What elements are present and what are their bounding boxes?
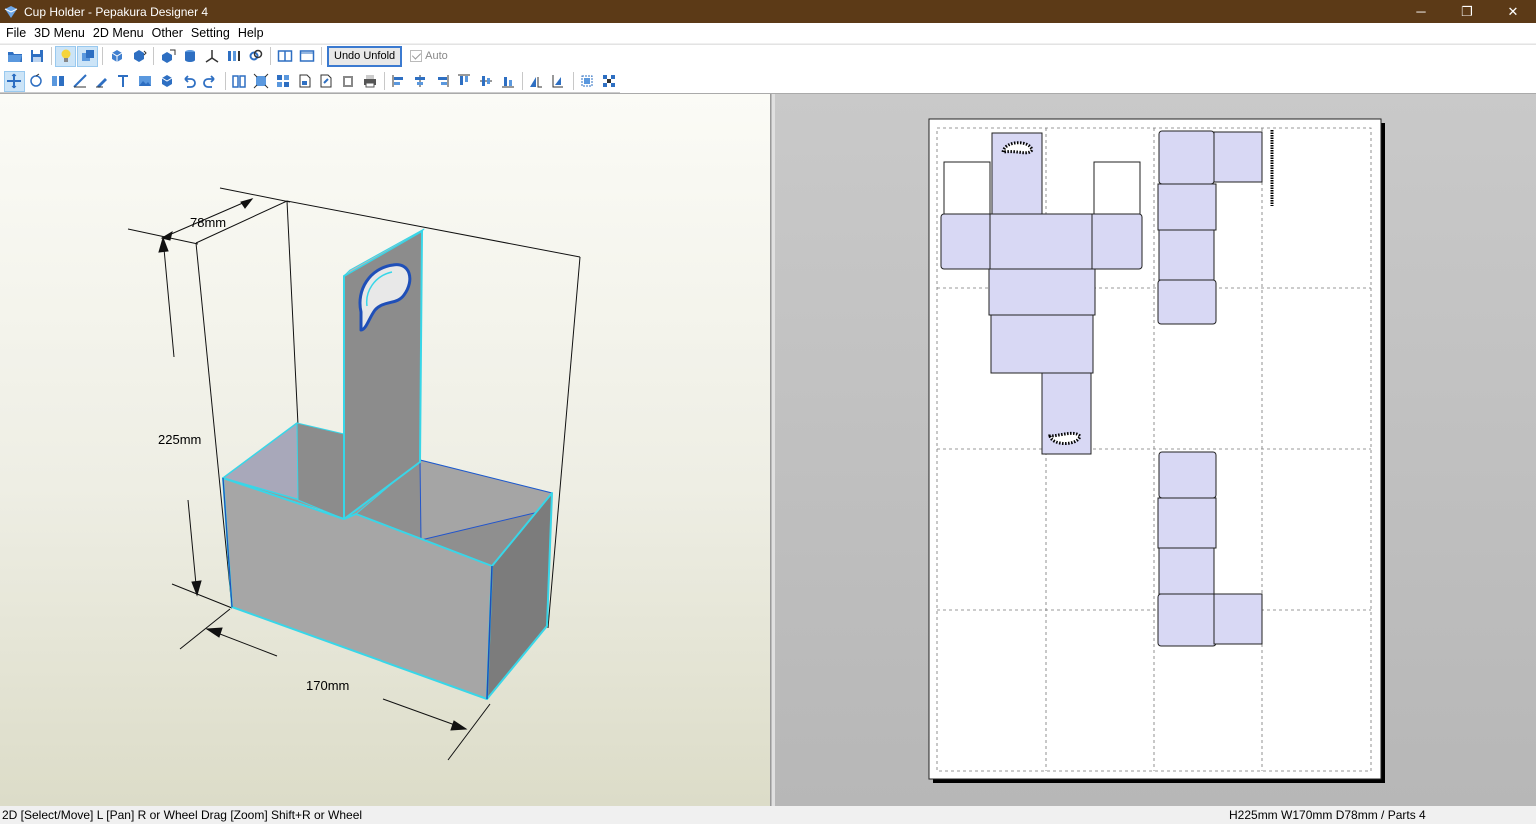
scale-icon[interactable] xyxy=(223,46,244,67)
menu-bar: File 3D Menu 2D Menu Other Setting Help xyxy=(0,23,1536,43)
status-hint: 2D [Select/Move] L [Pan] R or Wheel Drag… xyxy=(2,808,363,822)
align-center-icon[interactable] xyxy=(410,71,431,92)
auto-label: Auto xyxy=(425,50,448,62)
3d-view-pane[interactable]: 78mm 225mm 170mm xyxy=(0,94,771,806)
restore-button[interactable]: ❐ xyxy=(1444,0,1490,23)
single-view-icon[interactable] xyxy=(296,46,317,67)
3d-model-canvas[interactable]: 78mm 225mm 170mm xyxy=(0,94,771,806)
status-model-info: H225mm W170mm D78mm / Parts 4 xyxy=(1229,808,1426,822)
menu-other[interactable]: Other xyxy=(148,26,187,40)
height-dimension-label: 225mm xyxy=(158,432,201,447)
line-edit-icon[interactable] xyxy=(69,71,90,92)
axis-icon[interactable] xyxy=(201,46,222,67)
redo-icon[interactable] xyxy=(200,71,221,92)
page-export-icon[interactable] xyxy=(316,71,337,92)
align-top-icon[interactable] xyxy=(454,71,475,92)
edit-toolbar xyxy=(0,70,620,93)
clipboard-icon[interactable] xyxy=(338,71,359,92)
distribute-v-icon[interactable] xyxy=(548,71,569,92)
status-bar: 2D [Select/Move] L [Pan] R or Wheel Drag… xyxy=(0,806,1536,824)
group-icon[interactable] xyxy=(598,71,619,92)
open-folder-icon[interactable] xyxy=(4,46,25,67)
unfold-icon[interactable] xyxy=(157,46,178,67)
undo-icon[interactable] xyxy=(178,71,199,92)
rotate-part-icon[interactable] xyxy=(26,71,47,92)
page-icon[interactable] xyxy=(294,71,315,92)
cube-icon[interactable] xyxy=(156,71,177,92)
texture-toggle-icon[interactable] xyxy=(77,45,98,67)
align-left-icon[interactable] xyxy=(388,71,409,92)
image-tool-icon[interactable] xyxy=(135,71,156,92)
fit-parts-icon[interactable] xyxy=(251,71,272,92)
title-bar: Cup Holder - Pepakura Designer 4 ─ ❐ ✕ xyxy=(0,0,1536,23)
split-view-icon[interactable] xyxy=(274,46,295,67)
select-all-icon[interactable] xyxy=(576,71,597,92)
arrange-grid-icon[interactable] xyxy=(272,71,293,92)
auto-checkbox[interactable]: Auto xyxy=(410,50,448,62)
cup-holder-model[interactable] xyxy=(222,228,553,700)
brush-icon[interactable] xyxy=(91,71,112,92)
join-edge-icon[interactable] xyxy=(48,71,69,92)
distribute-h-icon[interactable] xyxy=(526,71,547,92)
2d-view-pane[interactable] xyxy=(775,94,1536,806)
2d-layout-canvas[interactable] xyxy=(775,94,1536,806)
select-move-icon[interactable] xyxy=(4,70,25,92)
menu-setting[interactable]: Setting xyxy=(187,26,234,40)
cylinder-icon[interactable] xyxy=(179,46,200,67)
undo-unfold-button[interactable]: Undo Unfold xyxy=(327,45,403,67)
align-middle-icon[interactable] xyxy=(475,71,496,92)
menu-file[interactable]: File xyxy=(2,26,30,40)
book-icon[interactable] xyxy=(229,71,250,92)
link-icon[interactable] xyxy=(245,46,266,67)
text-tool-icon[interactable] xyxy=(113,71,134,92)
menu-help[interactable]: Help xyxy=(234,26,268,40)
print-icon[interactable] xyxy=(360,71,381,92)
align-bottom-icon[interactable] xyxy=(497,71,518,92)
flip-model-icon[interactable] xyxy=(128,46,149,67)
minimize-button[interactable]: ─ xyxy=(1398,0,1444,23)
auto-check-mark xyxy=(410,50,423,62)
menu-3d[interactable]: 3D Menu xyxy=(30,26,89,40)
main-toolbar: Undo Unfold Auto xyxy=(0,44,1536,67)
window-title: Cup Holder - Pepakura Designer 4 xyxy=(24,4,209,19)
depth-dimension-label: 78mm xyxy=(190,215,226,230)
rotate-model-icon[interactable] xyxy=(106,46,127,67)
light-bulb-icon[interactable] xyxy=(55,45,76,67)
width-dimension-label: 170mm xyxy=(306,678,349,693)
app-logo-icon xyxy=(4,5,18,18)
align-right-icon[interactable] xyxy=(432,71,453,92)
menu-2d[interactable]: 2D Menu xyxy=(89,26,148,40)
save-icon[interactable] xyxy=(26,46,47,67)
close-button[interactable]: ✕ xyxy=(1490,0,1536,23)
